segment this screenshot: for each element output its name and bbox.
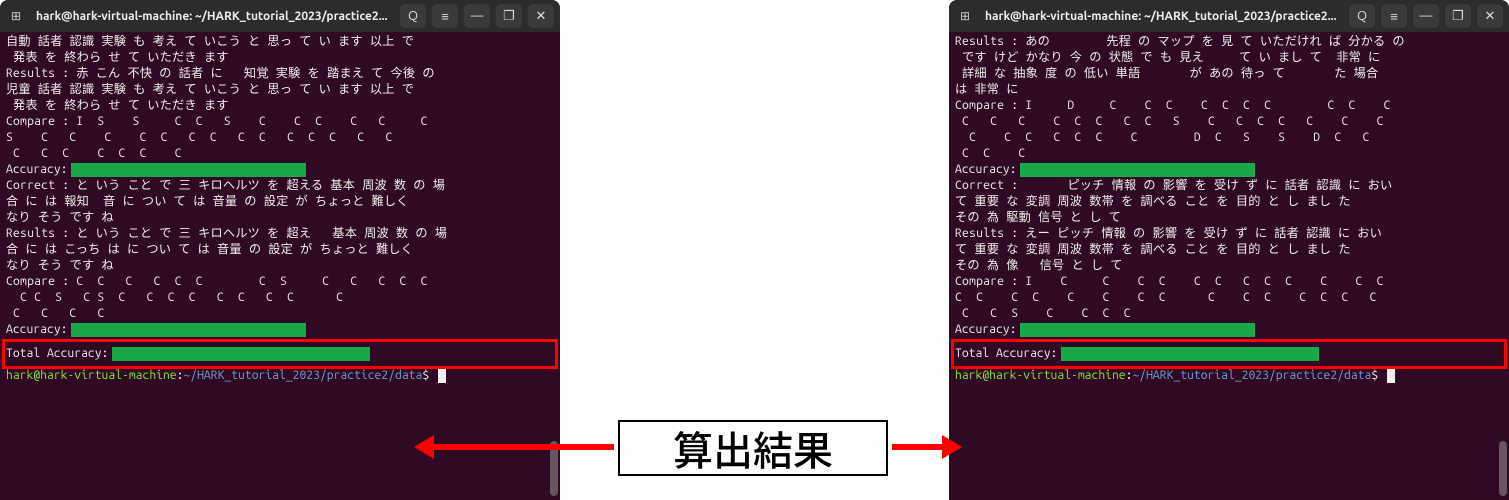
scrollbar[interactable] xyxy=(1499,34,1507,496)
minimize-button[interactable]: — xyxy=(1413,4,1439,28)
terminal-output[interactable]: Results : あの 先程 の マップ を 見 て いただけれ ば 分かる … xyxy=(949,32,1509,500)
close-button[interactable]: ✕ xyxy=(528,4,554,28)
arrow-left xyxy=(432,444,614,450)
accuracy-value-redacted xyxy=(71,323,306,337)
terminal-line: C C S C C C C xyxy=(955,306,1503,322)
prompt-path: ~/HARK_tutorial_2023/practice2/data xyxy=(183,369,422,382)
prompt-line[interactable]: hark@hark-virtual-machine:~/HARK_tutoria… xyxy=(6,368,554,384)
terminal-line: Results : あの 先程 の マップ を 見 て いただけれ ば 分かる … xyxy=(955,34,1503,50)
terminal-line: Correct : ピッチ 情報 の 影響 を 受け ず に 話者 認識 に お… xyxy=(955,178,1503,194)
accuracy-label: Accuracy: xyxy=(6,322,67,338)
terminal-line: 合 に は 報知 音 に つい て は 音量 の 設定 が ちょっと 難しく xyxy=(6,194,554,210)
prompt-path: ~/HARK_tutorial_2023/practice2/data xyxy=(1132,369,1371,382)
close-icon: ✕ xyxy=(1485,9,1496,24)
terminal-line: 自動 話者 認識 実験 も 考え て いこう と 思っ て い ます 以上 で xyxy=(6,34,554,50)
terminal-line: 発表 を 終わら せ て いただき ます xyxy=(6,50,554,66)
newtab-icon[interactable]: ⊞ xyxy=(955,6,975,26)
maximize-icon: ❐ xyxy=(1452,9,1464,24)
menu-button[interactable]: ≡ xyxy=(1381,4,1407,28)
search-icon: Q xyxy=(408,9,418,23)
terminal-window-right: ⊞ hark@hark-virtual-machine: ~/HARK_tuto… xyxy=(949,0,1509,500)
minimize-icon: — xyxy=(471,9,484,23)
accuracy-row: Accuracy: xyxy=(955,322,1503,338)
terminal-line: て 重要 な 変調 周波 数帯 を 調べる こと を 目的 と し まし た xyxy=(955,194,1503,210)
terminal-line: Results : えー ピッチ 情報 の 影響 を 受け ず に 話者 認識 … xyxy=(955,226,1503,242)
total-accuracy-label: Total Accuracy: xyxy=(6,346,108,362)
accuracy-value-redacted xyxy=(71,163,306,177)
prompt-symbol: $ xyxy=(422,369,436,382)
accuracy-label: Accuracy: xyxy=(955,162,1016,178)
total-accuracy-label: Total Accuracy: xyxy=(955,346,1057,362)
terminal-line: C C C C C C C C C C C C C C C xyxy=(955,290,1503,306)
terminal-line: Results : と いう こと で 三 キロヘルツ を 超え 基本 周波 数… xyxy=(6,226,554,242)
accuracy-value-redacted xyxy=(1020,163,1255,177)
terminal-line: て 重要 な 変調 周波 数帯 を 調べる こと を 目的 と し まし た xyxy=(955,242,1503,258)
close-button[interactable]: ✕ xyxy=(1477,4,1503,28)
terminal-line: C C C xyxy=(955,146,1503,162)
newtab-icon[interactable]: ⊞ xyxy=(6,6,26,26)
prompt-user: hark@hark-virtual-machine xyxy=(6,369,177,382)
search-button[interactable]: Q xyxy=(400,4,426,28)
scroll-thumb[interactable] xyxy=(1499,441,1507,496)
maximize-icon: ❐ xyxy=(503,9,515,24)
terminal-line: その 為 駆動 信号 と し て xyxy=(955,210,1503,226)
arrow-right xyxy=(892,444,944,450)
menu-button[interactable]: ≡ xyxy=(432,4,458,28)
terminal-line: Correct : と いう こと で 三 キロヘルツ を 超える 基本 周波 … xyxy=(6,178,554,194)
accuracy-label: Accuracy: xyxy=(6,162,67,178)
terminal-line: C C C C C C C D C S S D C C xyxy=(955,130,1503,146)
terminal-line: 詳細 な 抽象 度 の 低い 単語 が あの 待っ て た 場合 xyxy=(955,66,1503,82)
menu-icon: ≡ xyxy=(1390,9,1398,24)
search-button[interactable]: Q xyxy=(1349,4,1375,28)
terminal-line: は 非常 に xyxy=(955,82,1503,98)
terminal-line: Compare : I C C C C C C C C C C C C xyxy=(955,274,1503,290)
terminal-line: C C C C xyxy=(6,306,554,322)
terminal-window-left: ⊞ hark@hark-virtual-machine: ~/HARK_tuto… xyxy=(0,0,560,500)
terminal-line: S C C C C C C C C C C C C C C xyxy=(6,130,554,146)
accuracy-label: Accuracy: xyxy=(955,322,1016,338)
window-title: hark@hark-virtual-machine: ~/HARK_tutori… xyxy=(32,10,394,23)
prompt-user: hark@hark-virtual-machine xyxy=(955,369,1126,382)
minimize-icon: — xyxy=(1420,9,1433,23)
terminal-line: Compare : I S S C C S C C C C C C xyxy=(6,114,554,130)
terminal-line: C C C C C C C C S C C C C C C C xyxy=(955,114,1503,130)
terminal-line: 発表 を 終わら せ て いただき ます xyxy=(6,98,554,114)
terminal-line: 合 に は こっち は に つい て は 音量 の 設定 が ちょっと 難しく xyxy=(6,242,554,258)
accuracy-row: Accuracy: xyxy=(955,162,1503,178)
accuracy-row: Accuracy: xyxy=(6,322,554,338)
total-accuracy-value-redacted xyxy=(112,347,370,361)
scrollbar[interactable] xyxy=(550,34,558,496)
terminal-line: Compare : I D C C C C C C C C C C xyxy=(955,98,1503,114)
accuracy-row: Accuracy: xyxy=(6,162,554,178)
terminal-output[interactable]: 自動 話者 認識 実験 も 考え て いこう と 思っ て い ます 以上 で … xyxy=(0,32,560,500)
terminal-line: C C C C C C C xyxy=(6,146,554,162)
titlebar: ⊞ hark@hark-virtual-machine: ~/HARK_tuto… xyxy=(949,0,1509,32)
terminal-line: なり そう です ね xyxy=(6,258,554,274)
terminal-line: Results : 赤 こん 不快 の 話者 に 知覚 実験 を 踏まえ て 今… xyxy=(6,66,554,82)
maximize-button[interactable]: ❐ xyxy=(496,4,522,28)
terminal-line: その 為 像 信号 と し て xyxy=(955,258,1503,274)
result-label: 算出結果 xyxy=(618,420,888,476)
close-icon: ✕ xyxy=(536,9,547,24)
prompt-symbol: $ xyxy=(1371,369,1385,382)
maximize-button[interactable]: ❐ xyxy=(1445,4,1471,28)
cursor xyxy=(1387,369,1395,383)
menu-icon: ≡ xyxy=(441,9,449,24)
minimize-button[interactable]: — xyxy=(464,4,490,28)
window-title: hark@hark-virtual-machine: ~/HARK_tutori… xyxy=(981,10,1343,23)
titlebar: ⊞ hark@hark-virtual-machine: ~/HARK_tuto… xyxy=(0,0,560,32)
total-accuracy-row: Total Accuracy: xyxy=(6,340,554,368)
prompt-line[interactable]: hark@hark-virtual-machine:~/HARK_tutoria… xyxy=(955,368,1503,384)
search-icon: Q xyxy=(1357,9,1367,23)
terminal-line: なり そう です ね xyxy=(6,210,554,226)
cursor xyxy=(438,369,446,383)
terminal-line: C C S C S C C C C C C C C C xyxy=(6,290,554,306)
terminal-line: です けど かなり 今 の 状態 で も 見え て い まし て 非常 に xyxy=(955,50,1503,66)
accuracy-value-redacted xyxy=(1020,323,1255,337)
terminal-line: 児童 話者 認識 実験 も 考え て いこう と 思っ て い ます 以上 で xyxy=(6,82,554,98)
total-accuracy-value-redacted xyxy=(1061,347,1319,361)
total-accuracy-row: Total Accuracy: xyxy=(955,340,1503,368)
terminal-line: Compare : C C C C C C C S C C C C C xyxy=(6,274,554,290)
